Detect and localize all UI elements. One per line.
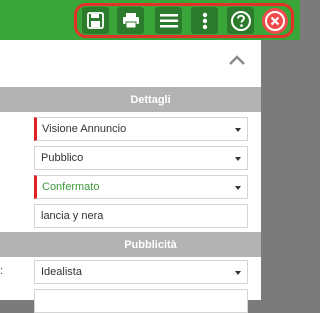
- top-toolbar: [0, 0, 300, 40]
- caret-down-icon: [235, 271, 241, 275]
- menu-icon: [159, 13, 178, 27]
- field-label-fragment: :: [0, 265, 4, 277]
- section-header-pubblicita: Pubblicità: [0, 232, 261, 257]
- notes-input[interactable]: lancia y nera: [34, 204, 248, 228]
- select-value: Idealista: [41, 266, 82, 278]
- caret-down-icon: [235, 157, 241, 161]
- select-value: Confermato: [42, 181, 100, 193]
- select-value: Pubblico: [41, 152, 84, 164]
- print-button[interactable]: [117, 7, 144, 34]
- close-icon: [265, 11, 285, 31]
- save-button[interactable]: [82, 7, 109, 34]
- menu-button[interactable]: [155, 7, 182, 34]
- chevron-up-icon[interactable]: [228, 53, 246, 67]
- more-vertical-icon: [202, 12, 207, 29]
- save-icon: [87, 12, 104, 29]
- help-icon: [230, 10, 251, 31]
- section-title: Pubblicità: [124, 238, 177, 251]
- help-button[interactable]: [227, 7, 254, 34]
- more-options-button[interactable]: [191, 7, 218, 34]
- status-select[interactable]: Confermato: [34, 175, 248, 199]
- next-field[interactable]: [34, 289, 248, 313]
- section-header-dettagli: Dettagli: [0, 87, 261, 112]
- caret-down-icon: [235, 128, 241, 132]
- select-value: Visione Annuncio: [42, 123, 127, 135]
- audience-select[interactable]: Pubblico: [34, 146, 248, 170]
- caret-down-icon: [235, 186, 241, 190]
- input-value: lancia y nera: [41, 210, 104, 222]
- advertising-portal-select[interactable]: Idealista: [34, 260, 248, 284]
- print-icon: [122, 13, 139, 29]
- section-title: Dettagli: [130, 93, 171, 106]
- visibility-select[interactable]: Visione Annuncio: [34, 117, 248, 141]
- close-button[interactable]: [262, 8, 288, 34]
